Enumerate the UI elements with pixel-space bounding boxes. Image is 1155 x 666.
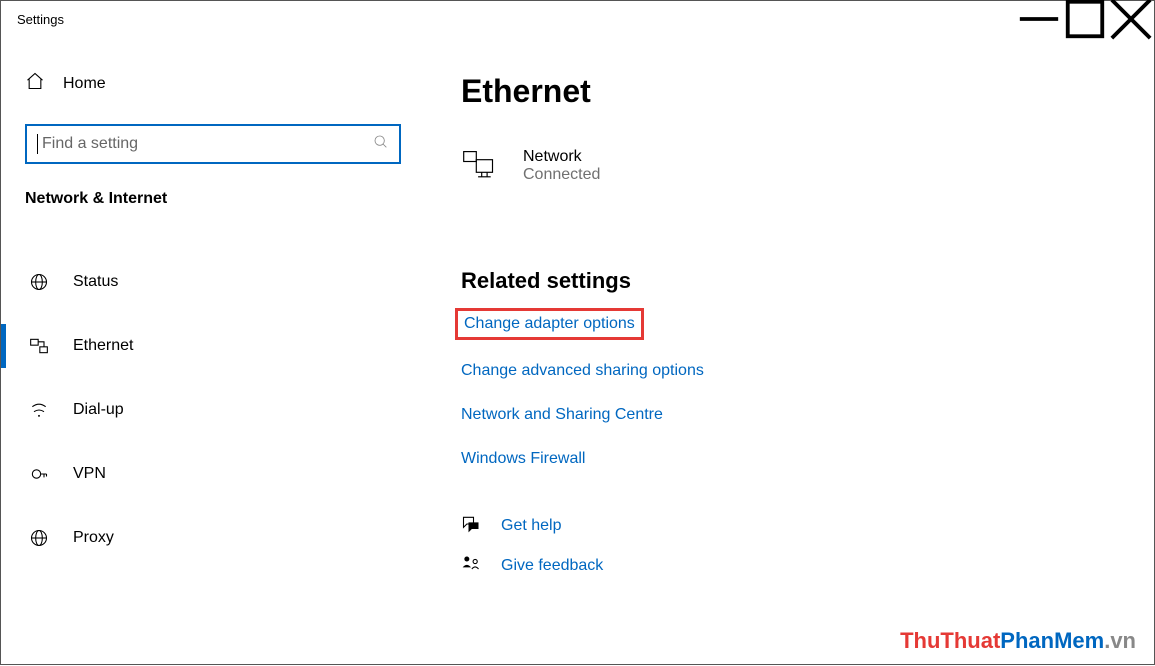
- link-change-advanced-sharing[interactable]: Change advanced sharing options: [461, 362, 704, 380]
- sidebar-item-status[interactable]: Status: [1, 250, 431, 314]
- window-title: Settings: [17, 12, 64, 27]
- network-name: Network: [523, 148, 600, 166]
- sidebar-item-dialup[interactable]: Dial-up: [1, 378, 431, 442]
- link-get-help[interactable]: Get help: [501, 517, 561, 535]
- watermark-c: .vn: [1104, 628, 1136, 653]
- globe-icon: [29, 272, 49, 292]
- sidebar-item-label: Ethernet: [73, 337, 133, 355]
- sidebar-nav: Status Ethernet Dial-up VPN: [1, 250, 431, 570]
- sidebar-item-label: Proxy: [73, 529, 114, 547]
- network-monitor-icon: [461, 148, 501, 188]
- home-label: Home: [63, 75, 106, 93]
- network-status[interactable]: Network Connected: [461, 148, 1154, 188]
- search-wrap: [1, 124, 431, 164]
- text-cursor: [37, 134, 38, 154]
- help-row-feedback[interactable]: Give feedback: [461, 554, 1154, 578]
- related-links: Change adapter options Change advanced s…: [461, 312, 1154, 468]
- page-title: Ethernet: [461, 73, 1154, 110]
- help-row-get-help[interactable]: Get help: [461, 514, 1154, 538]
- sidebar-item-proxy[interactable]: Proxy: [1, 506, 431, 570]
- sidebar-item-label: Dial-up: [73, 401, 124, 419]
- sidebar-item-label: VPN: [73, 465, 106, 483]
- search-icon: [373, 134, 389, 154]
- link-windows-firewall[interactable]: Windows Firewall: [461, 450, 585, 468]
- dialup-icon: [29, 400, 49, 420]
- close-button[interactable]: [1108, 4, 1154, 34]
- link-network-sharing-centre[interactable]: Network and Sharing Centre: [461, 406, 663, 424]
- sidebar-item-ethernet[interactable]: Ethernet: [1, 314, 431, 378]
- watermark-b: PhanMem: [1000, 628, 1104, 653]
- help-links: Get help Give feedback: [461, 514, 1154, 578]
- home-nav[interactable]: Home: [1, 57, 431, 110]
- watermark: ThuThuatPhanMem.vn: [900, 628, 1136, 654]
- sidebar-category: Network & Internet: [1, 164, 431, 224]
- ethernet-icon: [29, 336, 49, 356]
- main: Ethernet Network Connected Related setti…: [431, 37, 1154, 666]
- network-status-label: Connected: [523, 166, 600, 184]
- search-input[interactable]: [42, 135, 373, 153]
- network-status-text: Network Connected: [523, 148, 600, 184]
- search-box[interactable]: [25, 124, 401, 164]
- feedback-icon: [461, 554, 481, 578]
- link-change-adapter-options[interactable]: Change adapter options: [455, 308, 644, 340]
- sidebar-item-label: Status: [73, 273, 118, 291]
- related-settings-title: Related settings: [461, 268, 1154, 294]
- sidebar: Home Network & Internet Status: [1, 37, 431, 666]
- maximize-button[interactable]: [1062, 4, 1108, 34]
- sidebar-item-vpn[interactable]: VPN: [1, 442, 431, 506]
- link-give-feedback[interactable]: Give feedback: [501, 557, 603, 575]
- chat-icon: [461, 514, 481, 538]
- home-icon: [25, 71, 45, 96]
- titlebar: Settings: [1, 1, 1154, 37]
- vpn-icon: [29, 464, 49, 484]
- minimize-button[interactable]: [1016, 4, 1062, 34]
- proxy-icon: [29, 528, 49, 548]
- watermark-a: ThuThuat: [900, 628, 1000, 653]
- window-controls: [1016, 4, 1154, 34]
- content: Home Network & Internet Status: [1, 37, 1154, 666]
